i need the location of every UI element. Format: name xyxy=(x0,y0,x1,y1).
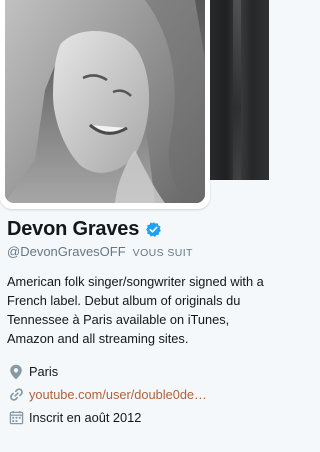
profile-header: Devon Graves @DevonGravesOFF VOUS SUIT A… xyxy=(7,216,265,429)
profile-meta: Paris youtube.com/user/double0de… Inscri… xyxy=(7,360,265,429)
joined-text: Inscrit en août 2012 xyxy=(29,410,142,425)
website-row: youtube.com/user/double0de… xyxy=(7,383,265,406)
avatar[interactable] xyxy=(5,0,205,203)
profile-name[interactable]: Devon Graves xyxy=(7,218,139,241)
calendar-icon xyxy=(7,409,25,427)
avatar-frame xyxy=(0,0,210,209)
website-link[interactable]: youtube.com/user/double0de… xyxy=(29,387,207,402)
profile-bio: American folk singer/songwriter signed w… xyxy=(7,274,264,346)
follows-you-badge: VOUS SUIT xyxy=(132,247,193,259)
verified-badge-icon[interactable] xyxy=(145,221,162,238)
avatar-photo xyxy=(5,0,205,203)
name-row: Devon Graves xyxy=(7,216,265,242)
location-pin-icon xyxy=(7,363,25,381)
location-row: Paris xyxy=(7,360,265,383)
link-icon xyxy=(7,386,25,404)
profile-handle[interactable]: @DevonGravesOFF xyxy=(7,244,126,259)
joined-row: Inscrit en août 2012 xyxy=(7,406,265,429)
handle-row: @DevonGravesOFF VOUS SUIT xyxy=(7,244,265,262)
location-text: Paris xyxy=(29,364,59,379)
banner-image xyxy=(203,0,269,180)
